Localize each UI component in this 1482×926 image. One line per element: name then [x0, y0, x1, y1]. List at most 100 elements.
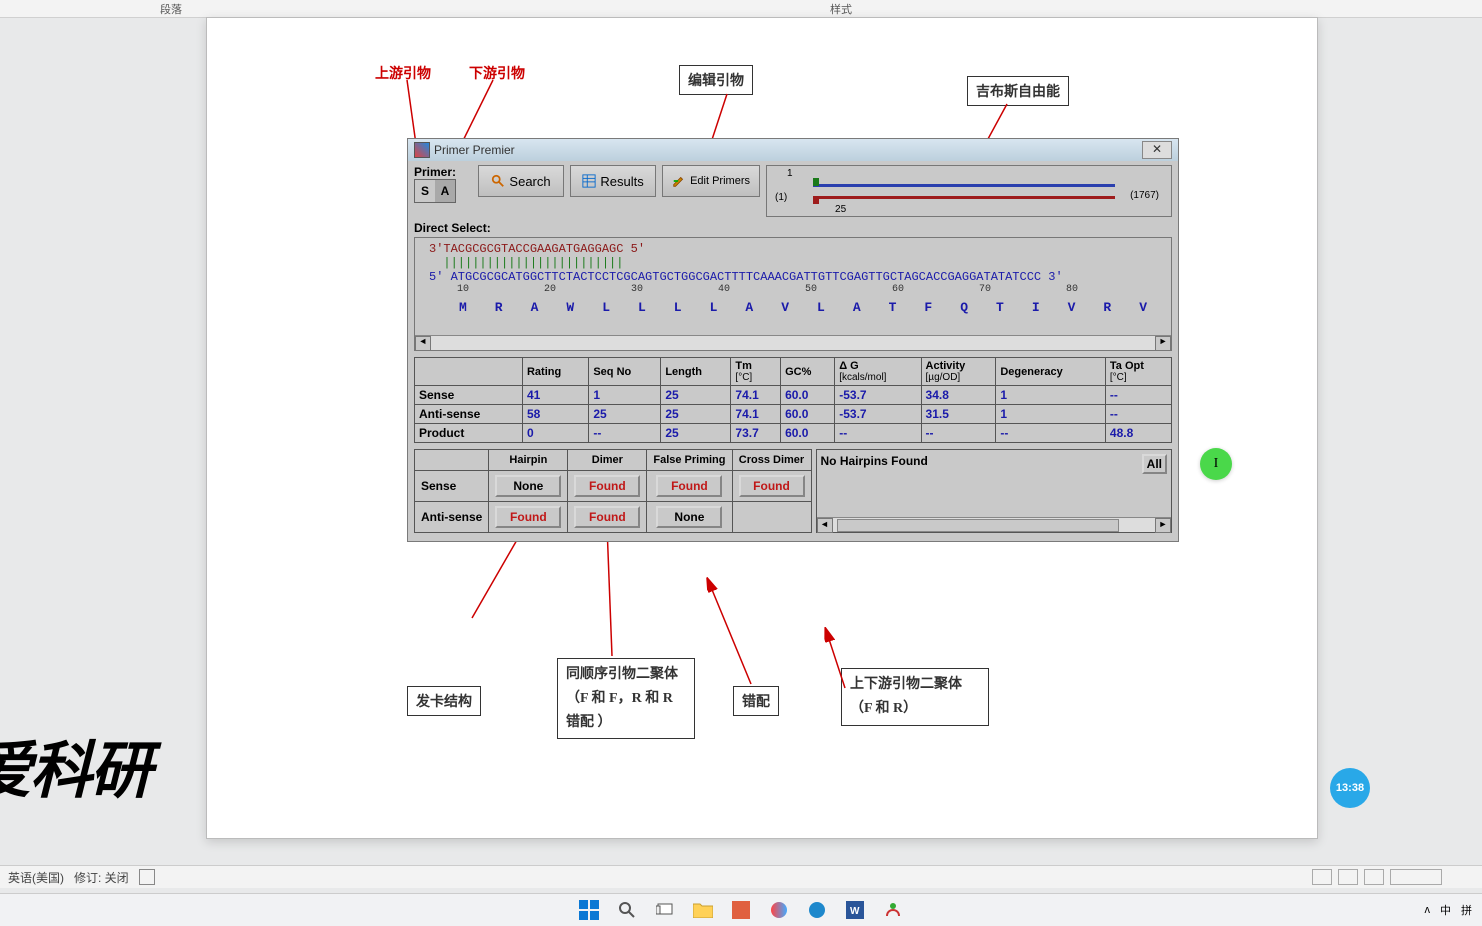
- scroll-right-icon[interactable]: ►: [1155, 336, 1171, 351]
- app-icon-1[interactable]: [729, 898, 753, 922]
- antisense-bar: [813, 196, 1115, 199]
- position-start-top: 1: [787, 168, 793, 179]
- table-cell: 25: [589, 405, 661, 424]
- table-cell: 74.1: [731, 386, 781, 405]
- scroll-right-icon[interactable]: ►: [1155, 518, 1171, 533]
- s-toggle[interactable]: S: [415, 180, 435, 202]
- table-header: Activity[µg/OD]: [921, 358, 996, 386]
- struct-cell: Found: [489, 502, 568, 533]
- struct-row-label: Anti-sense: [415, 502, 489, 533]
- table-cell: -53.7: [835, 386, 921, 405]
- table-cell: --: [835, 424, 921, 443]
- status-icon[interactable]: [139, 869, 155, 885]
- sequence-scrollbar[interactable]: ◄ ►: [415, 335, 1171, 350]
- status-language[interactable]: 英语(美国): [8, 869, 64, 886]
- view-mode-web-icon[interactable]: [1364, 869, 1384, 885]
- app-icon: [414, 142, 430, 158]
- ribbon: 段落 样式: [0, 0, 1482, 18]
- view-mode-print-icon[interactable]: [1338, 869, 1358, 885]
- search-button[interactable]: Search: [478, 165, 564, 197]
- sequence-3prime: 3'TACGCGCGTACCGAAGATGAGGAGC 5': [415, 242, 1171, 256]
- table-cell: 31.5: [921, 405, 996, 424]
- ime-indicator[interactable]: 中: [1440, 902, 1451, 918]
- app-icon-3[interactable]: [881, 898, 905, 922]
- ime-mode[interactable]: 拼: [1461, 902, 1472, 918]
- row-label: Product: [415, 424, 523, 443]
- ruler-tick: 70: [979, 284, 991, 295]
- view-mode-read-icon[interactable]: [1312, 869, 1332, 885]
- struct-row: SenseNoneFoundFoundFound: [415, 471, 812, 502]
- table-cell: 0: [522, 424, 588, 443]
- found-button[interactable]: Found: [739, 475, 805, 497]
- ruler-tick: 60: [892, 284, 904, 295]
- results-button[interactable]: Results: [570, 165, 656, 197]
- ribbon-group-paragraph: 段落: [160, 4, 182, 16]
- table-header: [415, 358, 523, 386]
- table-cell: --: [996, 424, 1106, 443]
- position-map[interactable]: 1 (1) (1767) 25: [766, 165, 1172, 217]
- a-toggle[interactable]: A: [435, 180, 455, 202]
- none-button[interactable]: None: [495, 475, 561, 497]
- task-view-icon[interactable]: [653, 898, 677, 922]
- table-row[interactable]: Sense4112574.160.0-53.734.81--: [415, 386, 1172, 405]
- scroll-left-icon[interactable]: ◄: [415, 336, 431, 351]
- start-icon[interactable]: [577, 898, 601, 922]
- edit-primers-button[interactable]: Edit Primers: [662, 165, 760, 197]
- window-titlebar[interactable]: Primer Premier ✕: [408, 139, 1178, 161]
- scroll-left-icon[interactable]: ◄: [817, 518, 833, 533]
- table-cell: 34.8: [921, 386, 996, 405]
- table-header: GC%: [781, 358, 835, 386]
- table-cell: 1: [996, 405, 1106, 424]
- found-button[interactable]: Found: [656, 475, 722, 497]
- watermark: 爱科研: [0, 720, 150, 810]
- structure-scrollbar[interactable]: ◄ ►: [817, 517, 1172, 532]
- annotation-edit-primer: 编辑引物: [679, 65, 753, 95]
- app-icon-2[interactable]: [767, 898, 791, 922]
- struct-cell: [732, 502, 811, 533]
- table-cell: --: [921, 424, 996, 443]
- explorer-icon[interactable]: [691, 898, 715, 922]
- annotation-cross-dimer: 上下游引物二聚体（F 和 R）: [841, 668, 989, 726]
- scrollbar-thumb[interactable]: [837, 519, 1119, 532]
- status-view-controls: [1312, 869, 1482, 885]
- table-row[interactable]: Anti-sense58252574.160.0-53.731.51--: [415, 405, 1172, 424]
- table-cell: 48.8: [1105, 424, 1171, 443]
- results-icon: [582, 174, 596, 188]
- windows-taskbar: W ᴧ 中 拼: [0, 893, 1482, 926]
- annotation-hairpin: 发卡结构: [407, 686, 481, 716]
- struct-header: Cross Dimer: [732, 450, 811, 471]
- table-header: Tm[°C]: [731, 358, 781, 386]
- table-cell: 25: [661, 405, 731, 424]
- struct-cell: Found: [568, 502, 647, 533]
- search-icon: [491, 174, 505, 188]
- table-cell: 73.7: [731, 424, 781, 443]
- clock-badge: 13:38: [1330, 768, 1370, 808]
- all-button[interactable]: All: [1142, 454, 1167, 474]
- position-start-left: (1): [775, 192, 787, 203]
- none-button[interactable]: None: [656, 506, 722, 528]
- chevron-up-icon[interactable]: ᴧ: [1425, 904, 1431, 916]
- table-row[interactable]: Product0--2573.760.0------48.8: [415, 424, 1172, 443]
- struct-header: Dimer: [568, 450, 647, 471]
- annotation-gibbs: 吉布斯自由能: [967, 76, 1069, 106]
- struct-header: False Priming: [647, 450, 732, 471]
- struct-header: Hairpin: [489, 450, 568, 471]
- edit-icon: [672, 174, 686, 188]
- table-cell: 1: [589, 386, 661, 405]
- edge-icon[interactable]: [805, 898, 829, 922]
- sense-bar: [813, 184, 1115, 187]
- zoom-slider[interactable]: [1390, 869, 1442, 885]
- found-button[interactable]: Found: [495, 506, 561, 528]
- search-taskbar-icon[interactable]: [615, 898, 639, 922]
- ribbon-group-styles: 样式: [830, 4, 852, 16]
- close-button[interactable]: ✕: [1142, 141, 1172, 159]
- found-button[interactable]: Found: [574, 475, 640, 497]
- struct-row: Anti-sense Found Found None: [415, 502, 812, 533]
- found-button[interactable]: Found: [574, 506, 640, 528]
- status-track-changes[interactable]: 修订: 关闭: [74, 869, 129, 886]
- struct-header: [415, 450, 489, 471]
- annotation-dimer: 同顺序引物二聚体（F 和 F，R 和 R 错配 ）: [557, 658, 695, 739]
- word-icon[interactable]: W: [843, 898, 867, 922]
- table-header: Degeneracy: [996, 358, 1106, 386]
- annotation-upstream: 上游引物: [375, 63, 431, 83]
